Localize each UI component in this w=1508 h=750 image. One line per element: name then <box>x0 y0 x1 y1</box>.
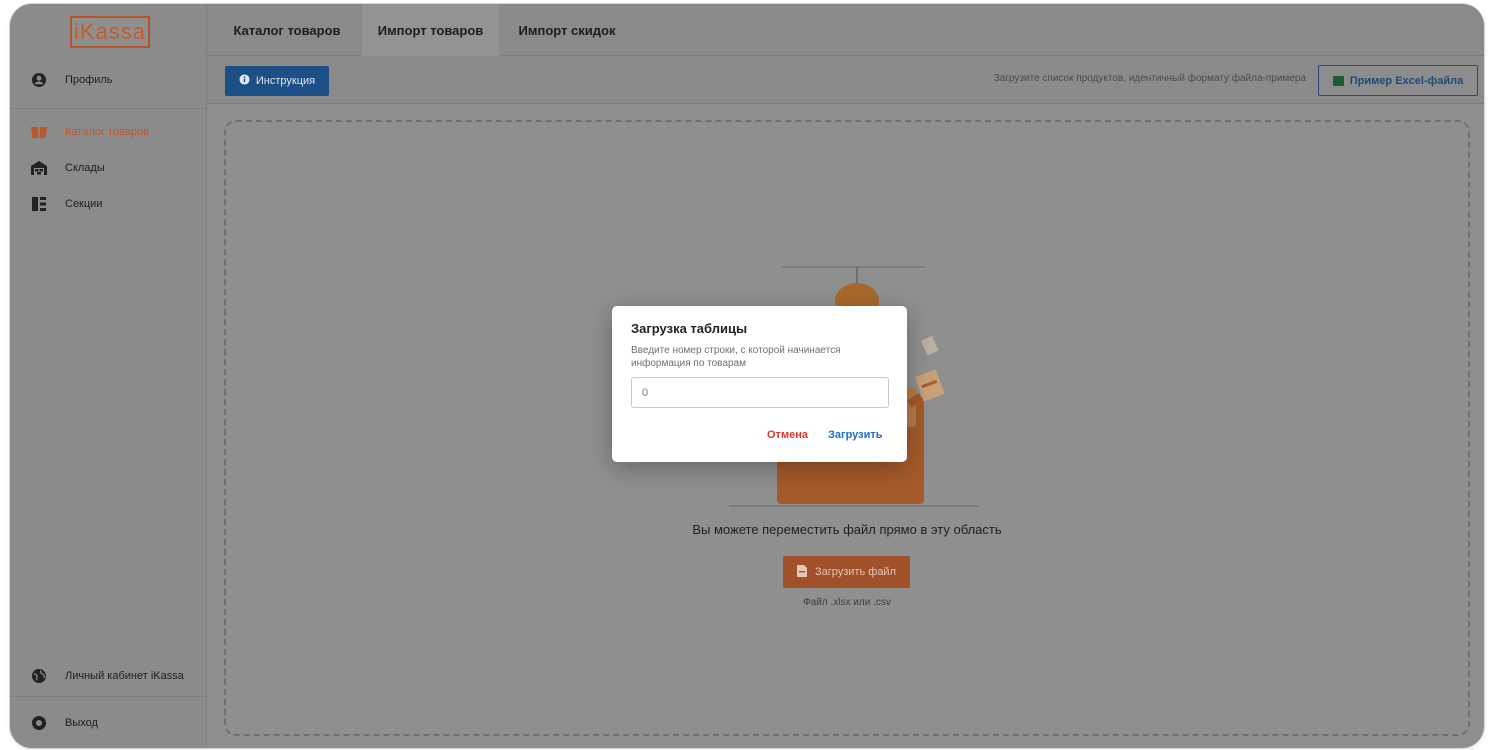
dialog-description: Введите номер строки, с которой начинает… <box>631 345 841 369</box>
submit-upload-button[interactable]: Загрузить <box>828 429 883 441</box>
cancel-button[interactable]: Отмена <box>767 429 808 441</box>
tab-import-discounts[interactable]: Импорт скидок <box>507 4 627 56</box>
upload-table-dialog: Загрузка таблицы Введите номер строки, с… <box>612 306 907 462</box>
file-format-note: Файл .xlsx или .csv <box>803 597 891 608</box>
instruction-button[interactable]: Инструкция <box>225 66 329 96</box>
upload-file-button[interactable]: Загрузить файл <box>783 556 910 588</box>
warehouse-icon <box>30 159 48 177</box>
sidebar-item-label: Каталог товаров <box>65 126 149 138</box>
sidebar-divider <box>10 696 206 697</box>
sidebar-item-profile[interactable]: Профиль <box>10 65 206 95</box>
sidebar-item-sections[interactable]: Секции <box>10 189 206 219</box>
sidebar-item-label: Выход <box>65 717 98 729</box>
upload-file-label: Загрузить файл <box>814 566 896 578</box>
sidebar-item-logout[interactable]: Выход <box>10 708 206 738</box>
sidebar-item-label: Склады <box>65 162 105 174</box>
info-icon <box>239 74 250 88</box>
file-icon <box>796 564 807 580</box>
excel-example-label: Пример Excel-файла <box>1349 74 1464 87</box>
format-hint: Загрузите список продуктов, идентичный ф… <box>993 73 1306 84</box>
sidebar-item-label: Личный кабинет iKassa <box>65 670 184 682</box>
excel-icon <box>1332 75 1344 86</box>
row-number-input[interactable] <box>631 377 889 408</box>
sections-icon <box>30 195 48 213</box>
sidebar-item-warehouses[interactable]: Склады <box>10 153 206 183</box>
tab-import-products[interactable]: Импорт товаров <box>362 4 499 56</box>
sidebar-item-catalog[interactable]: Каталог товаров <box>10 117 206 147</box>
dialog-title: Загрузка таблицы <box>631 321 748 336</box>
sidebar-item-label: Секции <box>65 198 103 210</box>
sidebar-item-cabinet[interactable]: Личный кабинет iKassa <box>10 661 206 691</box>
top-tabs: Каталог товаров Импорт товаров Импорт ск… <box>207 4 1484 56</box>
boxes-icon <box>30 123 48 141</box>
logout-icon <box>30 714 48 732</box>
sidebar-item-label: Профиль <box>65 74 113 86</box>
tab-catalog[interactable]: Каталог товаров <box>223 4 351 56</box>
globe-icon <box>30 667 48 685</box>
sidebar-divider <box>10 108 206 109</box>
sidebar: iKassa Профиль Каталог товаров Склады Се… <box>10 4 207 748</box>
toolbar: Инструкция Загрузите список продуктов, и… <box>207 56 1484 104</box>
ikassa-logo[interactable]: iKassa <box>70 16 150 48</box>
excel-example-button[interactable]: Пример Excel-файла <box>1318 65 1478 96</box>
dropzone-text: Вы можете переместить файл прямо в эту о… <box>692 522 1002 537</box>
app-window: iKassa Профиль Каталог товаров Склады Се… <box>10 4 1484 748</box>
user-circle-icon <box>30 71 48 89</box>
instruction-label: Инструкция <box>255 75 316 87</box>
